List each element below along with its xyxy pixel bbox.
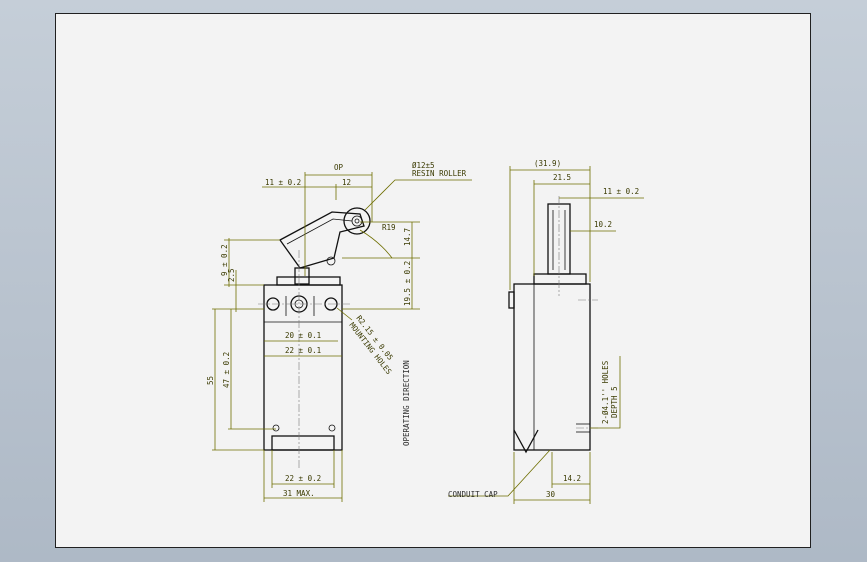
body-side bbox=[513, 283, 591, 451]
radius-label: R19 bbox=[382, 223, 396, 232]
dim-55: 55 bbox=[206, 376, 215, 385]
dim-21-5: 21.5 bbox=[553, 173, 571, 182]
dim-20: 20 ± 0.1 bbox=[285, 331, 321, 340]
holes-note-1: 2-Ø4.1'' HOLES bbox=[601, 360, 610, 424]
dim-12: 12 bbox=[342, 178, 351, 187]
dim-11-side: 11 ± 0.2 bbox=[603, 187, 639, 196]
technical-drawing: OP 11 ± 0.2 12 Ø12±5 RESIN ROLLER R19 14… bbox=[206, 159, 644, 504]
dim-30: 30 bbox=[546, 490, 556, 499]
lever-arm bbox=[279, 211, 365, 269]
operating-direction: OPERATING DIRECTION bbox=[402, 360, 411, 446]
conduit-notch bbox=[513, 429, 539, 454]
dim-14-7: 14.7 bbox=[403, 228, 412, 246]
bottom-hole-right bbox=[328, 424, 336, 432]
op-label: OP bbox=[334, 163, 344, 172]
front-view: OP 11 ± 0.2 12 Ø12±5 RESIN ROLLER R19 14… bbox=[206, 161, 472, 502]
dim-10-2: 10.2 bbox=[594, 220, 612, 229]
dim-47: 47 ± 0.2 bbox=[222, 352, 231, 388]
holes-note-2: DEPTH 5 bbox=[610, 386, 619, 418]
side-screw bbox=[508, 291, 515, 309]
cad-viewport: OP 11 ± 0.2 12 Ø12±5 RESIN ROLLER R19 14… bbox=[0, 0, 867, 562]
dim-22-02: 22 ± 0.2 bbox=[285, 474, 321, 483]
dim-11-front: 11 ± 0.2 bbox=[265, 178, 301, 187]
side-view: (31.9) 21.5 11 ± 0.2 10.2 2-Ø4.1'' HOLES… bbox=[448, 159, 644, 504]
plunger bbox=[294, 267, 310, 285]
roller-name: RESIN ROLLER bbox=[412, 169, 467, 178]
dim-2-5: 2.5 bbox=[227, 268, 236, 282]
dim-14-2: 14.2 bbox=[563, 474, 581, 483]
dim-19-5: 19.5 ± 0.2 bbox=[403, 261, 412, 306]
head-side bbox=[533, 273, 587, 285]
lever-pivot bbox=[326, 256, 336, 266]
dim-31-max: 31 MAX. bbox=[283, 489, 315, 498]
resin-roller bbox=[343, 207, 371, 235]
dim-31-9: (31.9) bbox=[534, 159, 561, 168]
conduit-cap-front bbox=[271, 435, 335, 451]
bottom-hole-left bbox=[272, 424, 280, 432]
dim-22-01: 22 ± 0.1 bbox=[285, 346, 321, 355]
conduit-cap-label: CONDUIT CAP bbox=[448, 490, 498, 499]
